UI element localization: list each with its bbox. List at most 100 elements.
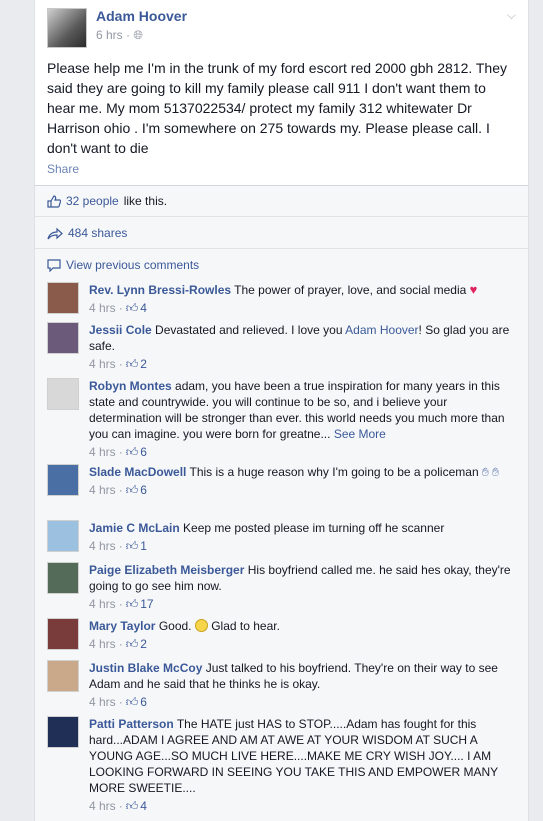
view-previous-comments[interactable]: View previous comments (47, 258, 199, 272)
comment-time[interactable]: 4 hrs (89, 636, 116, 652)
post-meta: 6 hrs · 🌐︎ (96, 28, 143, 42)
comment-body: Patti Patterson The HATE just HAS to STO… (89, 716, 519, 814)
avatar[interactable] (47, 520, 79, 552)
commenter-name[interactable]: Paige Elizabeth Meisberger (89, 563, 244, 577)
avatar[interactable] (47, 660, 79, 692)
commenter-name[interactable]: Mary Taylor (89, 619, 155, 633)
avatar[interactable] (47, 716, 79, 748)
comment-body: Mary Taylor Good. Glad to hear. 4 hrs · … (89, 618, 519, 652)
comment-likes[interactable]: 👍︎ 2 (126, 356, 147, 372)
commenter-name[interactable]: Jessii Cole (89, 323, 152, 337)
thumbs-up-icon: 👍︎ (125, 301, 139, 315)
comment-body: Robyn Montes adam, you have been a true … (89, 378, 519, 460)
thumbs-up-icon: 👍︎ (125, 597, 139, 611)
likes-count: 6 (140, 445, 147, 459)
comment-bubble-icon (47, 258, 61, 272)
likes-count: 6 (140, 483, 147, 497)
comments-section: 32 people like this. 484 shares View pre… (34, 186, 529, 821)
comment-text: This is a huge reason why I'm going to b… (189, 465, 479, 479)
thumbs-up-icon: 👍︎ (125, 539, 139, 553)
likes-count: 1 (140, 539, 147, 553)
comment-meta: 4 hrs · 👍︎ 4 (89, 798, 147, 814)
divider (35, 216, 528, 217)
comment-likes[interactable]: 👍︎ 2 (126, 636, 147, 652)
comment-body: Paige Elizabeth Meisberger His boyfriend… (89, 562, 519, 612)
avatar[interactable] (47, 618, 79, 650)
chevron-down-icon[interactable]: ⌵ (507, 8, 516, 23)
thumbs-up-icon: 👍︎ (125, 695, 139, 709)
comment-time[interactable]: 4 hrs (89, 300, 116, 316)
comment-body: Justin Blake McCoy Just talked to his bo… (89, 660, 519, 710)
view-previous-label[interactable]: View previous comments (66, 258, 199, 272)
likes-summary: 32 people like this. (47, 194, 167, 208)
comment-likes[interactable]: 👍︎ 6 (126, 482, 147, 498)
comment-time[interactable]: 4 hrs (89, 444, 116, 460)
commenter-name[interactable]: Rev. Lynn Bressi-Rowles (89, 283, 231, 297)
comment-meta: 4 hrs · 👍︎ 2 (89, 636, 147, 652)
comment-likes[interactable]: 👍︎ 1 (126, 538, 147, 554)
likes-count: 4 (140, 301, 147, 315)
comment-time[interactable]: 4 hrs (89, 694, 116, 710)
commenter-name[interactable]: Slade MacDowell (89, 465, 186, 479)
commenter-name[interactable]: Patti Patterson (89, 717, 174, 731)
likes-count: 4 (140, 799, 147, 813)
commenter-name[interactable]: Robyn Montes (89, 379, 172, 393)
comment-time[interactable]: 4 hrs (89, 798, 116, 814)
thumbs-up-icon: 👍︎ (125, 637, 139, 651)
post-card: Adam Hoover 6 hrs · 🌐︎ ⌵ Please help me … (34, 0, 529, 186)
comment-time[interactable]: 4 hrs (89, 356, 116, 372)
comment-body: Jessii Cole Devastated and relieved. I l… (89, 322, 519, 372)
comment-likes[interactable]: 👍︎ 6 (126, 694, 147, 710)
comment-time[interactable]: 4 hrs (89, 538, 116, 554)
comment-meta: 4 hrs · 👍︎ 2 (89, 356, 147, 372)
avatar[interactable] (47, 322, 79, 354)
comment-likes[interactable]: 👍︎ 4 (126, 300, 147, 316)
smile-emoji-icon (194, 619, 208, 632)
likes-count: 6 (140, 695, 147, 709)
thumbs-up-icon: 👍︎ (125, 483, 139, 497)
avatar[interactable] (47, 378, 79, 410)
comment-likes[interactable]: 👍︎ 6 (126, 444, 147, 460)
heart-emoji-icon: ♥ (469, 282, 478, 297)
hand-emoji-icon: ✋︎ (492, 465, 499, 479)
comment-text: Good. (158, 619, 192, 633)
comment-text: Keep me posted please im turning off he … (183, 521, 445, 535)
comment-text: The power of prayer, love, and social me… (234, 283, 467, 297)
likes-count: 17 (140, 597, 154, 611)
comment-likes[interactable]: 👍︎ 17 (126, 596, 154, 612)
share-arrow-icon (47, 227, 63, 240)
comment-meta: 4 hrs · 👍︎ 17 (89, 596, 154, 612)
mention-link[interactable]: Adam Hoover (345, 323, 418, 337)
shares-summary[interactable]: 484 shares (47, 226, 127, 240)
avatar[interactable] (47, 282, 79, 314)
likes-count-link[interactable]: 32 people (66, 194, 119, 208)
post-text: Please help me I'm in the trunk of my fo… (47, 60, 508, 156)
see-more-link[interactable]: See More (334, 427, 386, 441)
hand-emoji-icon: ✋︎ (481, 465, 489, 479)
comment-meta: 4 hrs · 👍︎ 4 (89, 300, 147, 316)
divider (35, 248, 528, 249)
comment-likes[interactable]: 👍︎ 4 (126, 798, 147, 814)
thumbs-up-icon (47, 194, 61, 208)
post-time[interactable]: 6 hrs (96, 28, 123, 42)
commenter-name[interactable]: Jamie C McLain (89, 521, 180, 535)
author-avatar[interactable] (47, 8, 87, 48)
likes-count: 2 (140, 357, 147, 371)
avatar[interactable] (47, 464, 79, 496)
shares-count[interactable]: 484 shares (68, 226, 127, 240)
comment-meta: 4 hrs · 👍︎ 6 (89, 694, 147, 710)
comment-meta: 4 hrs · 👍︎ 1 (89, 538, 147, 554)
comment-body: Rev. Lynn Bressi-Rowles The power of pra… (89, 282, 519, 316)
comment-meta: 4 hrs · 👍︎ 6 (89, 482, 147, 498)
avatar[interactable] (47, 562, 79, 594)
share-link[interactable]: Share (47, 162, 79, 176)
likes-count: 2 (140, 637, 147, 651)
thumbs-up-icon: 👍︎ (125, 357, 139, 371)
comment-time[interactable]: 4 hrs (89, 482, 116, 498)
author-name[interactable]: Adam Hoover (96, 8, 187, 24)
commenter-name[interactable]: Justin Blake McCoy (89, 661, 202, 675)
comment-text: Devastated and relieved. I love you (155, 323, 343, 337)
comment-time[interactable]: 4 hrs (89, 596, 116, 612)
likes-suffix: like this. (123, 194, 168, 208)
globe-icon: 🌐︎ (133, 28, 143, 42)
